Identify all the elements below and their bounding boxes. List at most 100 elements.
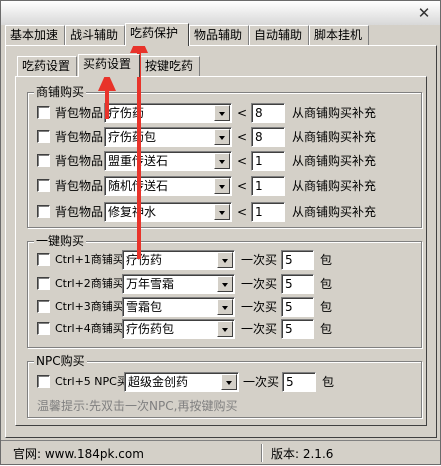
unit-label: 包: [320, 322, 333, 336]
item-select-value: 超级金创药: [128, 375, 189, 389]
item-select[interactable]: 疗伤药包: [104, 127, 232, 147]
item-select-value: 疗伤药: [108, 106, 145, 120]
shop-checkbox[interactable]: [37, 106, 50, 119]
chevron-down-icon[interactable]: [221, 374, 237, 390]
tab-basic-speed[interactable]: 基本加速: [5, 25, 65, 45]
item-select[interactable]: 疗伤药: [122, 250, 235, 270]
shop-row: 背包物品 随机传送石 < 1 从商铺购买补充: [37, 176, 427, 196]
row-label: 背包物品: [55, 130, 104, 144]
quick-buy-checkbox[interactable]: [37, 322, 50, 335]
quick-buy-checkbox[interactable]: [37, 300, 50, 313]
status-bar: 官网: www.184pk.com 版本: 2.1.6: [1, 440, 440, 464]
item-select[interactable]: 随机传送石: [104, 176, 232, 196]
chevron-down-icon[interactable]: [214, 153, 230, 169]
app-window: ✕ 基本加速 战斗辅助 吃药保护 物品辅助 自动辅助 脚本挂机 吃药设置 买药设…: [0, 0, 441, 465]
row-suffix: 从商铺购买补充: [292, 179, 377, 193]
less-than-sign: <: [237, 205, 248, 219]
quantity-field[interactable]: 5: [281, 250, 314, 270]
item-select-value: 随机传送石: [108, 179, 169, 193]
chevron-down-icon[interactable]: [214, 129, 230, 145]
quantity-field[interactable]: 8: [251, 127, 285, 147]
shop-checkbox[interactable]: [37, 205, 50, 218]
quick-buy-checkbox[interactable]: [37, 277, 50, 290]
buy-once-label: 一次买: [241, 300, 278, 314]
quantity-field[interactable]: 5: [281, 319, 314, 339]
item-select[interactable]: 疗伤药包: [122, 319, 235, 339]
quantity-field[interactable]: 1: [251, 151, 285, 171]
tab-combat-assist[interactable]: 战斗辅助: [65, 25, 125, 45]
version-label: 版本: 2.1.6: [271, 447, 334, 461]
item-select-value: 雪霜包: [126, 300, 163, 314]
less-than-sign: <: [237, 106, 248, 120]
shop-row: 背包物品 修复神水 < 1 从商铺购买补充: [37, 202, 427, 222]
tab-item-assist[interactable]: 物品辅助: [189, 25, 249, 45]
item-select[interactable]: 疗伤药: [104, 103, 232, 123]
chevron-down-icon[interactable]: [217, 252, 233, 268]
row-suffix: 从商铺购买补充: [292, 106, 377, 120]
buy-once-label: 一次买: [241, 277, 278, 291]
shop-row: 背包物品 疗伤药包 < 8 从商铺购买补充: [37, 127, 427, 147]
shop-checkbox[interactable]: [37, 179, 50, 192]
npc-buy-row: Ctrl+5 NPC买 超级金创药 一次买 5 包: [37, 372, 427, 392]
unit-label: 包: [322, 375, 335, 389]
subtab-buy-settings[interactable]: 买药设置: [78, 54, 140, 77]
item-select-value: 修复神水: [108, 205, 157, 219]
row-label: 背包物品: [55, 205, 104, 219]
quantity-field[interactable]: 5: [281, 297, 314, 317]
row-label: 背包物品: [55, 106, 104, 120]
row-suffix: 从商铺购买补充: [292, 154, 377, 168]
group-title: 一键购买: [34, 234, 87, 248]
row-label: 背包物品: [55, 179, 104, 193]
quantity-field[interactable]: 8: [251, 103, 285, 123]
quick-buy-row: Ctrl+2商铺买 万年雪霜 一次买 5 包: [37, 274, 427, 294]
chevron-down-icon[interactable]: [214, 178, 230, 194]
quick-buy-checkbox[interactable]: [37, 253, 50, 266]
chevron-down-icon[interactable]: [217, 276, 233, 292]
tab-potion-protect[interactable]: 吃药保护: [125, 23, 189, 46]
chevron-down-icon[interactable]: [214, 204, 230, 220]
row-label: Ctrl+2商铺买: [55, 277, 124, 290]
unit-label: 包: [320, 277, 333, 291]
item-select[interactable]: 万年雪霜: [122, 274, 235, 294]
npc-buy-checkbox[interactable]: [37, 375, 50, 388]
chevron-down-icon[interactable]: [214, 105, 230, 121]
item-select[interactable]: 雪霜包: [122, 297, 235, 317]
quick-buy-row: Ctrl+3商铺买 雪霜包 一次买 5 包: [37, 297, 427, 317]
subtab-hotkey-potion[interactable]: 按键吃药: [140, 56, 200, 76]
item-select[interactable]: 盟重传送石: [104, 151, 232, 171]
item-select-value: 疗伤药: [126, 253, 163, 267]
item-select-value: 盟重传送石: [108, 154, 169, 168]
shop-row: 背包物品 盟重传送石 < 1 从商铺购买补充: [37, 151, 427, 171]
title-bar: ✕: [1, 1, 440, 25]
shop-row: 背包物品 疗伤药 < 8 从商铺购买补充: [37, 103, 427, 123]
item-select-value: 疗伤药包: [108, 130, 157, 144]
less-than-sign: <: [237, 179, 248, 193]
quantity-field[interactable]: 5: [282, 372, 316, 392]
chevron-down-icon[interactable]: [217, 321, 233, 337]
hint-text: 温馨提示:先双击一次NPC,再按键购买: [37, 399, 238, 413]
buy-once-label: 一次买: [243, 375, 280, 389]
row-label: Ctrl+5 NPC买: [55, 375, 128, 388]
tab-script-afk[interactable]: 脚本挂机: [309, 25, 369, 45]
status-divider: [261, 444, 263, 462]
subtab-potion-settings[interactable]: 吃药设置: [17, 56, 77, 76]
row-label: Ctrl+4商铺买: [55, 322, 124, 335]
quantity-field[interactable]: 5: [281, 274, 314, 294]
shop-checkbox[interactable]: [37, 130, 50, 143]
item-select-value: 疗伤药包: [126, 322, 175, 336]
quantity-field[interactable]: 1: [251, 176, 285, 196]
shop-checkbox[interactable]: [37, 154, 50, 167]
item-select[interactable]: 超级金创药: [124, 372, 239, 392]
item-select[interactable]: 修复神水: [104, 202, 232, 222]
tab-auto-assist[interactable]: 自动辅助: [249, 25, 309, 45]
group-title: NPC购买: [34, 354, 87, 368]
group-title: 商铺购买: [34, 85, 87, 99]
row-label: 背包物品: [55, 154, 104, 168]
row-label: Ctrl+1商铺买: [55, 253, 124, 266]
buy-once-label: 一次买: [241, 322, 278, 336]
close-icon[interactable]: ✕: [412, 4, 436, 22]
quantity-field[interactable]: 1: [251, 202, 285, 222]
unit-label: 包: [320, 253, 333, 267]
chevron-down-icon[interactable]: [217, 299, 233, 315]
item-select-value: 万年雪霜: [126, 277, 175, 291]
